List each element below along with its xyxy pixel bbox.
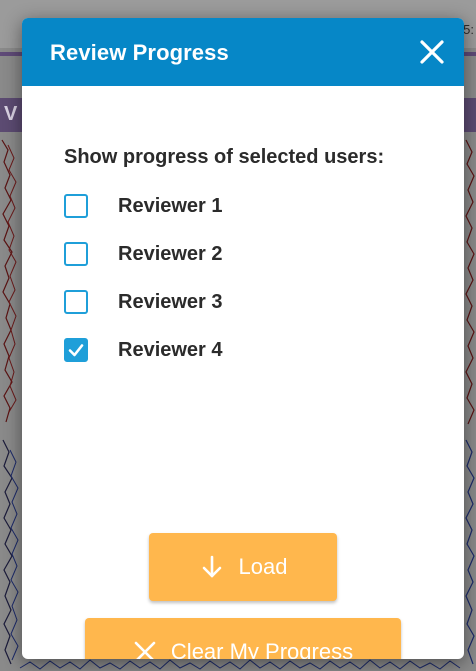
review-progress-dialog: Review Progress Show progress of selecte…	[22, 18, 464, 659]
reviewer-label-3: Reviewer 3	[118, 290, 223, 313]
reviewer-checkbox-4[interactable]	[64, 338, 88, 362]
reviewer-label-2: Reviewer 2	[118, 242, 223, 265]
load-button[interactable]: Load	[149, 533, 337, 601]
clear-progress-button[interactable]: Clear My Progress	[85, 618, 401, 659]
section-label: Show progress of selected users:	[64, 146, 385, 168]
reviewer-label-1: Reviewer 1	[118, 194, 223, 217]
reviewer-option-3[interactable]: Reviewer 3	[64, 278, 223, 326]
arrow-down-icon	[199, 554, 225, 580]
close-icon	[133, 640, 157, 659]
close-button[interactable]	[418, 38, 446, 66]
dialog-title: Review Progress	[50, 40, 229, 65]
close-icon	[420, 40, 444, 64]
clear-progress-button-label: Clear My Progress	[170, 639, 354, 659]
dialog-header: Review Progress	[22, 18, 464, 86]
reviewer-checkbox-1[interactable]	[64, 194, 88, 218]
reviewer-option-1[interactable]: Reviewer 1	[64, 182, 223, 230]
reviewer-list: Reviewer 1 Reviewer 2 Reviewer 3 Reviewe…	[64, 182, 223, 374]
checkmark-icon	[68, 344, 84, 357]
reviewer-label-4: Reviewer 4	[118, 338, 223, 361]
reviewer-checkbox-3[interactable]	[64, 290, 88, 314]
reviewer-checkbox-2[interactable]	[64, 242, 88, 266]
reviewer-option-4[interactable]: Reviewer 4	[64, 326, 223, 374]
reviewer-option-2[interactable]: Reviewer 2	[64, 230, 223, 278]
load-button-label: Load	[238, 554, 288, 579]
